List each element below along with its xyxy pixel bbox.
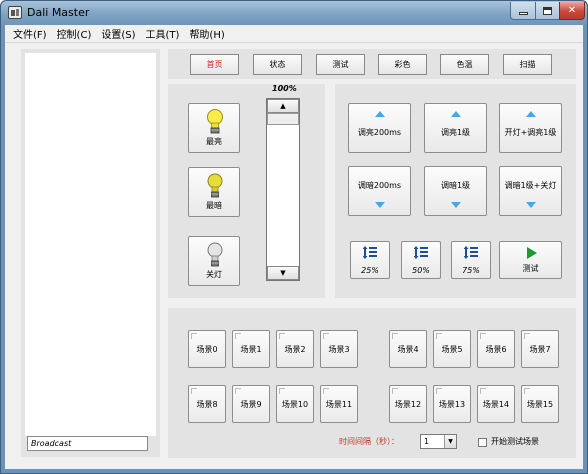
darkest-label: 最暗 [206,201,222,210]
scene-7-button[interactable]: 场景7 [521,330,559,368]
off-label: 关灯 [206,270,222,279]
menu-bar: 文件(F) 控制(C) 设置(S) 工具(T) 帮助(H) [5,25,583,43]
darkest-button[interactable]: 最暗 [188,167,240,217]
on-up-1-button[interactable]: 开灯+调亮1级 [499,103,562,153]
close-button[interactable]: ✕ [559,2,585,20]
arrow-up-icon [450,111,461,117]
tab-scan[interactable]: 扫描 [503,54,552,75]
test-button[interactable]: 测试 [499,241,562,279]
up-200ms-label: 调亮200ms [357,128,402,137]
brightest-button[interactable]: 最亮 [188,103,240,153]
level-50-button[interactable]: 50% [401,241,441,279]
slider-thumb[interactable] [267,113,299,125]
test-label: 测试 [522,264,539,273]
level-icon [414,246,428,259]
device-list[interactable] [25,53,156,436]
scene-panel: 场景0 场景1 场景2 场景3 场景4 场景5 场景6 场景7 场景8 场景9 … [168,308,576,458]
level-percent: 100% [272,84,297,93]
bulb-off-icon [207,242,223,267]
tab-status[interactable]: 状态 [253,54,302,75]
tab-color[interactable]: 彩色 [378,54,427,75]
title-bar[interactable]: Dali Master ✕ [1,1,587,25]
level-50-label: 50% [412,266,430,275]
tab-test[interactable]: 测试 [316,54,365,75]
down-1-button[interactable]: 调暗1级 [424,166,487,216]
window-title: Dali Master [27,6,90,19]
dropdown-arrow-icon[interactable]: ▼ [444,435,456,448]
up-1-button[interactable]: 调亮1级 [424,103,487,153]
brightness-panel: 最亮 最暗 关灯 100% ▲ ▼ [168,84,325,298]
level-25-button[interactable]: 25% [350,241,390,279]
client-area: Broadcast 首页 状态 测试 彩色 色温 扫描 最亮 最暗 关灯 100… [5,43,583,469]
arrow-down-icon [374,202,385,208]
scene-1-button[interactable]: 场景1 [232,330,270,368]
slider-up-arrow[interactable]: ▲ [267,99,299,113]
scene-10-button[interactable]: 场景10 [276,385,314,423]
level-75-button[interactable]: 75% [451,241,491,279]
level-icon [464,246,478,259]
scene-3-button[interactable]: 场景3 [320,330,358,368]
minimize-icon [518,12,528,15]
app-window: Dali Master ✕ 文件(F) 控制(C) 设置(S) 工具(T) 帮助… [0,0,588,474]
down-1-off-button[interactable]: 调暗1级+关灯 [499,166,562,216]
off-button[interactable]: 关灯 [188,236,240,286]
scene-14-button[interactable]: 场景14 [477,385,515,423]
interval-label: 时间间隔（秒）： [339,437,399,446]
scene-6-button[interactable]: 场景6 [477,330,515,368]
menu-help[interactable]: 帮助(H) [189,26,224,41]
menu-file[interactable]: 文件(F) [13,26,47,41]
scene-2-button[interactable]: 场景2 [276,330,314,368]
bulb-dim-icon [207,173,223,198]
scene-5-button[interactable]: 场景5 [433,330,471,368]
tab-color-temp[interactable]: 色温 [440,54,489,75]
menu-tools[interactable]: 工具(T) [146,26,180,41]
scene-4-button[interactable]: 场景4 [389,330,427,368]
down-1-label: 调暗1级 [440,181,471,190]
tab-home[interactable]: 首页 [190,54,239,75]
scene-13-button[interactable]: 场景13 [433,385,471,423]
level-icon [363,246,377,259]
scene-9-button[interactable]: 场景9 [232,385,270,423]
slider-down-arrow[interactable]: ▼ [267,266,299,280]
maximize-icon [543,6,552,15]
broadcast-field[interactable]: Broadcast [27,436,148,451]
arrow-up-icon [525,111,536,117]
bulb-on-icon [207,109,223,134]
nav-bar: 首页 状态 测试 彩色 色温 扫描 [168,49,576,79]
menu-control[interactable]: 控制(C) [57,26,92,41]
up-1-label: 调亮1级 [440,128,471,137]
down-1-off-label: 调暗1级+关灯 [504,181,557,190]
start-test-checkbox[interactable] [478,438,487,447]
interval-value: 1 [424,437,430,446]
arrow-up-icon [374,111,385,117]
scene-0-button[interactable]: 场景0 [188,330,226,368]
minimize-button[interactable] [510,2,536,20]
scene-8-button[interactable]: 场景8 [188,385,226,423]
on-up-1-label: 开灯+调亮1级 [504,128,557,137]
arrow-down-icon [450,202,461,208]
level-25-label: 25% [361,266,379,275]
window-bottom-border [5,469,583,473]
up-200ms-button[interactable]: 调亮200ms [348,103,411,153]
start-test-label: 开始测试场景 [491,437,539,446]
scene-15-button[interactable]: 场景15 [521,385,559,423]
scene-12-button[interactable]: 场景12 [389,385,427,423]
down-200ms-button[interactable]: 调暗200ms [348,166,411,216]
device-panel [21,49,160,457]
down-200ms-label: 调暗200ms [357,181,402,190]
app-icon[interactable] [8,6,22,19]
level-slider[interactable]: ▲ ▼ [266,98,300,281]
close-icon: ✕ [567,5,577,16]
dimming-panel: 调亮200ms 调亮1级 开灯+调亮1级 调暗200ms 调暗1级 调暗1级+关… [335,84,576,298]
arrow-down-icon [525,202,536,208]
level-75-label: 75% [462,266,480,275]
menu-settings[interactable]: 设置(S) [101,26,135,41]
interval-select[interactable]: 1 ▼ [420,434,457,449]
play-icon [527,247,537,259]
maximize-button[interactable] [535,2,560,20]
scene-11-button[interactable]: 场景11 [320,385,358,423]
brightest-label: 最亮 [206,137,222,146]
